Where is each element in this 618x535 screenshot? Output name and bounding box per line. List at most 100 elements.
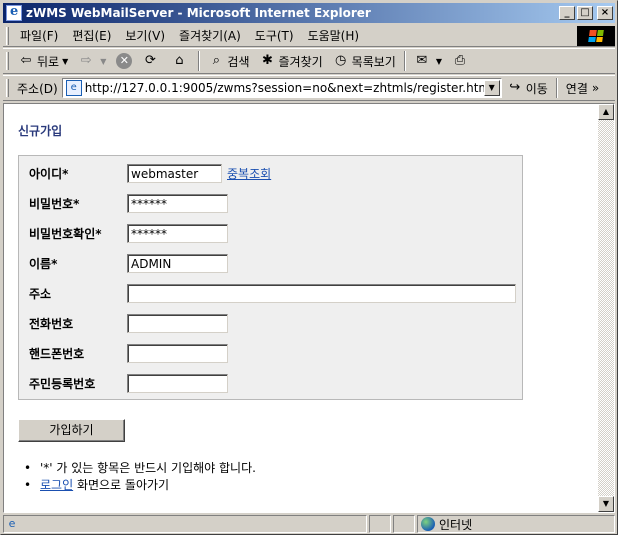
form-row-phone: 전화번호 <box>19 312 522 334</box>
minimize-button[interactable]: _ <box>559 6 575 20</box>
list-item: '*' 가 있는 항목은 반드시 기입해야 합니다. <box>24 460 256 477</box>
go-button[interactable]: ↪ 이동 <box>502 80 553 97</box>
mail-button[interactable]: ✉ ▼ <box>409 53 447 69</box>
address-input[interactable]: e http://127.0.0.1:9005/zwms?session=no&… <box>61 78 502 98</box>
name-input[interactable]: ADMIN <box>127 253 228 273</box>
security-zone-cell: 인터넷 <box>417 515 615 533</box>
chevron-down-icon[interactable]: ▼ <box>436 57 442 66</box>
vertical-scrollbar[interactable]: ▲ ▼ <box>598 104 614 512</box>
menu-bar: 파일(F) 편집(E) 보기(V) 즐겨찾기(A) 도구(T) 도움말(H) <box>3 25 615 47</box>
field-label: 핸드폰번호 <box>29 346 85 361</box>
resident-number-input[interactable] <box>127 373 228 393</box>
search-button[interactable]: ⌕ 검색 <box>203 53 254 70</box>
address-field[interactable] <box>127 283 516 303</box>
password-input[interactable]: ****** <box>127 193 228 213</box>
scroll-down-button[interactable]: ▼ <box>598 496 614 512</box>
field-label: 비밀번호* <box>29 196 80 211</box>
required-note: '*' 가 있는 항목은 반드시 기입해야 합니다. <box>40 461 256 475</box>
print-button[interactable]: ⎙ <box>447 53 476 69</box>
window-title: zWMS WebMailServer - Microsoft Internet … <box>26 6 371 20</box>
register-page: 신규가입 아이디* webmaster 중복조회 비밀번호* ****** 비밀… <box>4 104 598 512</box>
menu-edit[interactable]: 편집(E) <box>65 27 118 44</box>
title-bar[interactable]: zWMS WebMailServer - Microsoft Internet … <box>3 3 615 23</box>
form-row-name: 이름* ADMIN <box>19 252 522 274</box>
phone-input[interactable] <box>127 313 228 333</box>
page-status-icon: e <box>8 517 16 530</box>
scroll-up-button[interactable]: ▲ <box>598 104 614 120</box>
form-row-id: 아이디* webmaster 중복조회 <box>19 162 522 184</box>
back-arrow-icon: ⇦ <box>20 53 32 68</box>
search-label: 검색 <box>227 54 250 69</box>
register-form: 아이디* webmaster 중복조회 비밀번호* ****** 비밀번호확인*… <box>18 155 523 400</box>
back-button[interactable]: ⇦ 뒤로 ▼ <box>13 53 73 70</box>
links-button[interactable]: 연결 » <box>561 80 604 97</box>
notes-list: '*' 가 있는 항목은 반드시 기입해야 합니다. 로그인 화면으로 돌아가기 <box>24 460 256 494</box>
status-bar: e 인터넷 <box>3 514 615 534</box>
stop-icon: ✕ <box>116 53 133 69</box>
print-icon: ⎙ <box>454 53 466 68</box>
field-label: 아이디* <box>29 166 69 181</box>
form-row-password-confirm: 비밀번호확인* ****** <box>19 222 522 244</box>
form-row-resident-number: 주민등록번호 <box>19 372 522 394</box>
refresh-icon: ⟳ <box>144 53 156 68</box>
mobile-input[interactable] <box>127 343 228 363</box>
menu-grip[interactable] <box>6 26 9 45</box>
standard-toolbar: ⇦ 뒤로 ▼ ⇨ ▼ ✕ ⟳ ⌂ ⌕ 검색 ✱ 즐겨찾기 ◷ 목록보기 ✉ ▼ … <box>3 48 615 74</box>
history-button[interactable]: ◷ 목록보기 <box>328 53 401 70</box>
history-label: 목록보기 <box>351 54 396 69</box>
home-button[interactable]: ⌂ <box>166 53 195 69</box>
form-row-address: 주소 <box>19 282 522 304</box>
menu-tools[interactable]: 도구(T) <box>248 27 301 44</box>
favorites-icon: ✱ <box>262 53 273 68</box>
menu-help[interactable]: 도움말(H) <box>301 27 367 44</box>
mail-icon: ✉ <box>416 53 428 68</box>
menu-file[interactable]: 파일(F) <box>13 27 65 44</box>
field-label: 주소 <box>29 286 52 301</box>
refresh-button[interactable]: ⟳ <box>137 53 166 69</box>
login-link[interactable]: 로그인 <box>40 478 73 492</box>
status-text-cell: e <box>3 515 367 533</box>
chevron-right-icon: » <box>591 81 600 95</box>
list-item: 로그인 화면으로 돌아가기 <box>24 477 256 494</box>
home-icon: ⌂ <box>175 53 184 68</box>
go-arrow-icon: ↪ <box>509 80 521 95</box>
password-confirm-input[interactable]: ****** <box>127 223 228 243</box>
address-separator <box>555 78 558 98</box>
page-viewport: 신규가입 아이디* webmaster 중복조회 비밀번호* ****** 비밀… <box>3 103 615 513</box>
toolbar-separator <box>403 51 406 71</box>
page-title: 신규가입 <box>18 124 63 138</box>
menu-favorites[interactable]: 즐겨찾기(A) <box>172 27 248 44</box>
address-url[interactable]: http://127.0.0.1:9005/zwms?session=no&ne… <box>85 81 484 95</box>
favorites-button[interactable]: ✱ 즐겨찾기 <box>255 53 328 70</box>
page-icon: e <box>65 80 82 96</box>
forward-arrow-icon: ⇨ <box>80 53 92 68</box>
address-dropdown-button[interactable]: ▼ <box>483 80 500 96</box>
status-cell <box>369 515 391 533</box>
submit-button[interactable]: 가입하기 <box>18 419 125 442</box>
toolbar-grip[interactable] <box>6 52 9 70</box>
back-label: 뒤로 <box>37 54 60 69</box>
history-icon: ◷ <box>335 53 347 68</box>
duplicate-check-link[interactable]: 중복조회 <box>227 165 271 182</box>
close-button[interactable]: × <box>597 6 613 20</box>
chevron-down-icon[interactable]: ▼ <box>62 57 68 66</box>
address-bar: 주소(D) e http://127.0.0.1:9005/zwms?sessi… <box>3 75 615 101</box>
address-grip[interactable] <box>6 79 9 97</box>
field-label: 이름* <box>29 256 58 271</box>
windows-logo-icon <box>577 25 615 46</box>
stop-button[interactable]: ✕ <box>111 53 137 69</box>
form-row-password: 비밀번호* ****** <box>19 192 522 214</box>
field-label: 전화번호 <box>29 316 74 331</box>
forward-button[interactable]: ⇨ ▼ <box>73 53 111 69</box>
ie-icon <box>6 4 22 21</box>
id-input[interactable]: webmaster <box>127 163 222 183</box>
browser-window: zWMS WebMailServer - Microsoft Internet … <box>0 0 618 535</box>
maximize-button[interactable]: □ <box>577 6 593 20</box>
chevron-down-icon[interactable]: ▼ <box>100 57 106 66</box>
menu-view[interactable]: 보기(V) <box>118 27 172 44</box>
status-cell <box>393 515 415 533</box>
login-note-text: 화면으로 돌아가기 <box>73 478 170 492</box>
form-row-mobile: 핸드폰번호 <box>19 342 522 364</box>
links-label: 연결 <box>565 81 588 96</box>
scroll-track[interactable] <box>598 120 614 496</box>
